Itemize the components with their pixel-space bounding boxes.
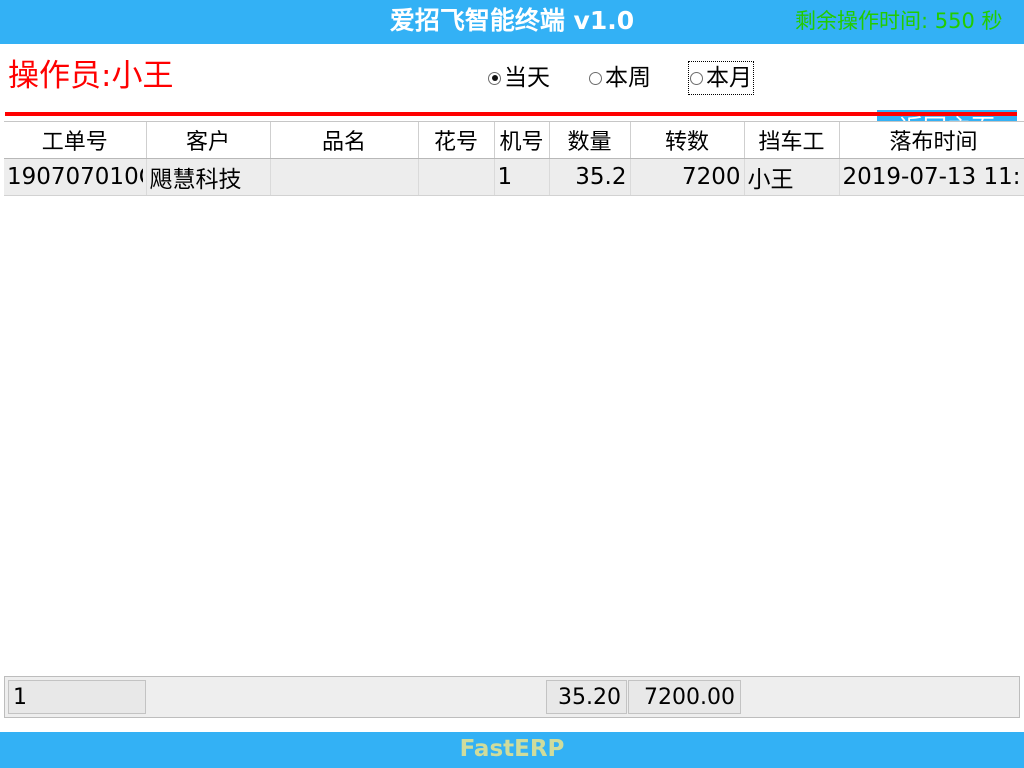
radio-today-mark[interactable] bbox=[488, 71, 501, 85]
cell-customer-text: 飓慧科技 bbox=[149, 167, 242, 193]
table-row[interactable]: 190707010C 飓慧科技 1 35.2 7200 小王 2019-07-1… bbox=[4, 158, 1024, 196]
col-header-quantity[interactable]: 数量 bbox=[549, 122, 631, 159]
radio-this-week-mark[interactable] bbox=[589, 71, 602, 85]
summary-record-count: 1 bbox=[8, 680, 146, 714]
col-header-pattern[interactable]: 花号 bbox=[418, 122, 495, 159]
col-header-order-no[interactable]: 工单号 bbox=[4, 122, 147, 159]
orders-grid[interactable]: 工单号 客户 品名 花号 机号 数量 转数 挡车工 落布时间 190707010… bbox=[4, 121, 1024, 674]
col-header-worker[interactable]: 挡车工 bbox=[744, 122, 840, 159]
title-bar: 爱招飞智能终端 v1.0 剩余操作时间: 550 秒 bbox=[0, 0, 1024, 44]
cell-customer: 飓慧科技 bbox=[146, 158, 271, 196]
cell-quantity: 35.2 bbox=[549, 158, 631, 196]
summary-revolutions-total: 7200.00 bbox=[628, 680, 741, 714]
orders-table: 工单号 客户 品名 花号 机号 数量 转数 挡车工 落布时间 190707010… bbox=[4, 122, 1024, 196]
radio-this-month[interactable]: 本月 bbox=[688, 61, 754, 95]
cell-revolutions-text: 7200 bbox=[681, 164, 741, 190]
operator-name: 操作员:小王 bbox=[8, 58, 174, 94]
cell-order-no: 190707010C bbox=[4, 158, 147, 196]
col-header-revolutions[interactable]: 转数 bbox=[630, 122, 745, 159]
col-header-drop-time[interactable]: 落布时间 bbox=[839, 122, 1024, 159]
cell-quantity-text: 35.2 bbox=[575, 164, 627, 190]
col-header-customer[interactable]: 客户 bbox=[146, 122, 271, 159]
summary-bar: 1 35.20 7200.00 bbox=[4, 676, 1020, 718]
radio-today[interactable]: 当天 bbox=[487, 62, 551, 94]
cell-pattern bbox=[418, 158, 495, 196]
cell-worker-text: 小王 bbox=[747, 167, 794, 193]
radio-this-week[interactable]: 本周 bbox=[588, 62, 652, 94]
cell-machine: 1 bbox=[494, 158, 550, 196]
cell-revolutions: 7200 bbox=[630, 158, 745, 196]
summary-quantity-total: 35.20 bbox=[546, 680, 627, 714]
red-divider bbox=[5, 112, 1017, 116]
cell-product bbox=[270, 158, 419, 196]
cell-drop-time-text: 2019-07-13 11: bbox=[842, 164, 1021, 190]
col-header-product[interactable]: 品名 bbox=[270, 122, 419, 159]
radio-this-month-label: 本月 bbox=[706, 65, 752, 91]
session-timer: 剩余操作时间: 550 秒 bbox=[795, 9, 1003, 33]
radio-this-month-mark[interactable] bbox=[690, 71, 703, 85]
radio-today-label: 当天 bbox=[504, 65, 550, 91]
cell-machine-text: 1 bbox=[497, 164, 513, 190]
table-header-row: 工单号 客户 品名 花号 机号 数量 转数 挡车工 落布时间 bbox=[4, 122, 1024, 159]
radio-this-week-label: 本周 bbox=[605, 65, 651, 91]
app-window: 爱招飞智能终端 v1.0 剩余操作时间: 550 秒 操作员:小王 当天 本周 … bbox=[0, 0, 1024, 768]
col-header-machine[interactable]: 机号 bbox=[494, 122, 550, 159]
toolbar: 操作员:小王 当天 本周 本月 返回主页 bbox=[0, 44, 1024, 147]
date-range-radio-group: 当天 本周 本月 bbox=[487, 60, 790, 96]
cell-drop-time: 2019-07-13 11: bbox=[839, 158, 1024, 196]
cell-worker: 小王 bbox=[744, 158, 840, 196]
brand-bar: FastERP bbox=[0, 732, 1024, 768]
cell-order-no-text: 190707010C bbox=[7, 164, 143, 190]
